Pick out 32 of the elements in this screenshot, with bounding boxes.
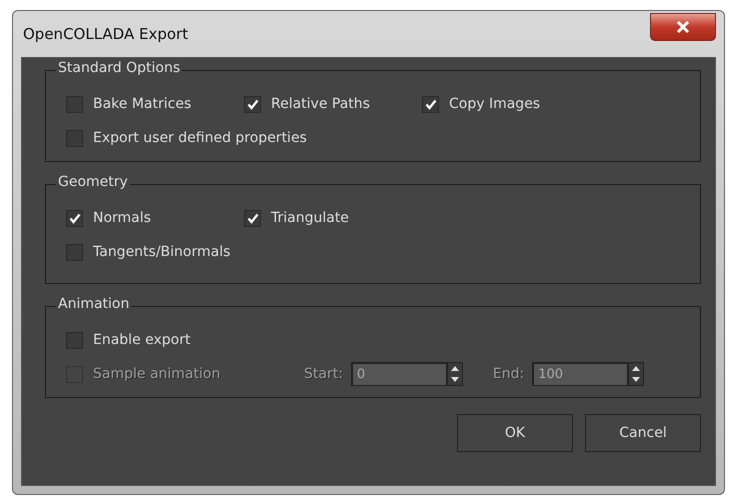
group-title: Geometry xyxy=(56,174,130,190)
checkbox-label: Sample animation xyxy=(93,366,220,382)
checkbox-label: Bake Matrices xyxy=(93,96,192,112)
cancel-button[interactable]: Cancel xyxy=(585,414,701,452)
checkbox[interactable] xyxy=(66,96,83,112)
close-icon xyxy=(676,21,690,33)
checkbox-label: Normals xyxy=(93,210,151,226)
spinner-arrows-icon[interactable] xyxy=(446,362,463,386)
checkbox[interactable] xyxy=(244,210,261,226)
check-icon xyxy=(246,212,258,224)
check-icon xyxy=(68,212,80,224)
spinner-arrows-icon[interactable] xyxy=(628,362,644,386)
checkbox-label: Tangents/Binormals xyxy=(93,244,230,260)
checkbox-label: Relative Paths xyxy=(271,96,370,112)
checkbox-label: Export user defined properties xyxy=(93,130,307,146)
checkbox[interactable] xyxy=(66,130,83,146)
check-icon xyxy=(424,98,436,110)
checkbox-label: Enable export xyxy=(93,332,190,348)
spinner-label: End: xyxy=(492,366,524,382)
spinner-label: Start: xyxy=(304,366,343,382)
checkbox[interactable] xyxy=(66,210,83,226)
checkbox[interactable] xyxy=(422,96,439,112)
checkbox[interactable] xyxy=(66,332,83,348)
checkbox-label: Triangulate xyxy=(271,210,349,226)
checkbox[interactable] xyxy=(66,244,83,260)
checkbox[interactable] xyxy=(244,96,261,112)
checkbox-label: Copy Images xyxy=(449,96,540,112)
window-title: OpenCOLLADA Export xyxy=(22,25,188,43)
group-title: Standard Options xyxy=(56,60,182,76)
check-icon xyxy=(246,98,258,110)
close-button[interactable] xyxy=(650,13,716,41)
ok-button[interactable]: OK xyxy=(457,414,573,452)
